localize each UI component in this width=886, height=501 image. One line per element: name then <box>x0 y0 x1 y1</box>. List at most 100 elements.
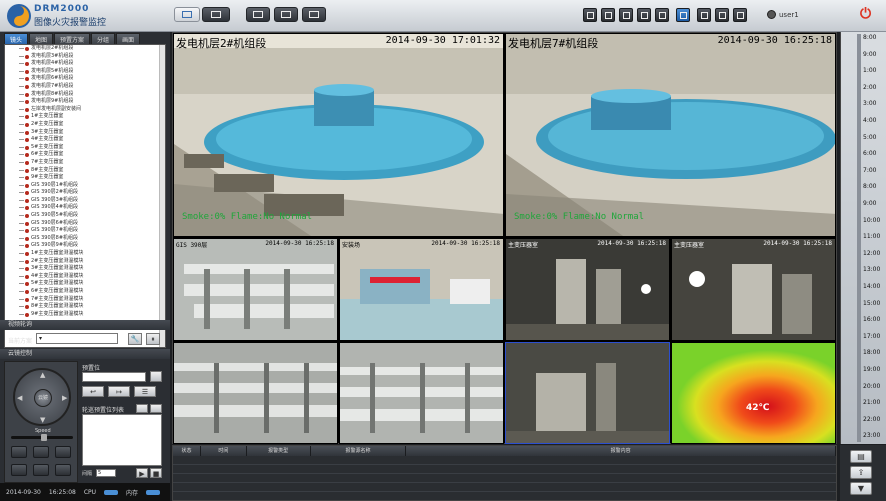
layout-13-button[interactable] <box>697 8 711 22</box>
zoom-out-button[interactable] <box>33 446 49 458</box>
video-cell-3[interactable]: GIS 390层 2014-09-30 16:25:18 <box>173 238 338 341</box>
iris-close-button[interactable] <box>33 464 49 476</box>
preset-list[interactable] <box>82 414 162 466</box>
tree-item[interactable]: 发电机层6#机组段 <box>5 75 165 83</box>
preset-save-button[interactable] <box>150 371 162 382</box>
tree-item[interactable]: 1#主变压器室 <box>5 113 165 121</box>
preset-add-button[interactable]: ↦ <box>108 386 130 397</box>
playback-button[interactable] <box>274 7 298 22</box>
arrow-up-icon[interactable]: ▲ <box>40 371 45 379</box>
iris-open-button[interactable] <box>11 464 27 476</box>
tree-item[interactable]: GIS 390层2#机组段 <box>5 189 165 197</box>
arrow-down-icon[interactable]: ▼ <box>40 416 45 424</box>
tree-item[interactable]: 6#主变压器室 <box>5 151 165 159</box>
layout-8-button[interactable] <box>637 8 651 22</box>
table-row[interactable] <box>173 465 836 474</box>
tree-item[interactable]: GIS 390层5#机组段 <box>5 212 165 220</box>
interval-input[interactable]: 5 <box>96 469 116 477</box>
video-cell-1[interactable]: 发电机层2#机组段 2014-09-30 17:01:32 Smoke:0% F… <box>173 33 504 237</box>
tree-item[interactable]: 6#主变压器室测温模块 <box>5 288 165 296</box>
video-cell-5[interactable]: 主变压器室 2014-09-30 16:25:18 <box>505 238 670 341</box>
export-icon[interactable]: ⇪ <box>850 466 872 479</box>
monitor-view-button[interactable] <box>174 7 200 22</box>
light-button[interactable] <box>55 464 71 476</box>
tree-item[interactable]: GIS 390层6#机组段 <box>5 220 165 228</box>
tree-item[interactable]: 发电机层8#机组段 <box>5 91 165 99</box>
ptz-joystick[interactable]: ▲ ▼ ◀ ▶ 云镜 <box>13 368 71 426</box>
tree-item[interactable]: 8#主变压器室 <box>5 167 165 175</box>
save-icon[interactable]: ▤ <box>850 450 872 463</box>
layout-1-button[interactable] <box>583 8 597 22</box>
tree-item[interactable]: 左岸发电机层副安装间 <box>5 106 165 114</box>
tour-play-button[interactable]: ▶ <box>136 468 148 478</box>
tree-item[interactable]: 发电机层3#机组段 <box>5 53 165 61</box>
tree-item[interactable]: 1#主变压器室测温模块 <box>5 250 165 258</box>
keyboard-view-button[interactable] <box>202 7 230 22</box>
camera-1-status: Smoke:0% Flame:No Normal <box>182 212 313 222</box>
layout-6-button[interactable] <box>619 8 633 22</box>
arrow-right-icon[interactable]: ▶ <box>62 394 67 402</box>
tree-item[interactable]: 8#主变压器室测温模块 <box>5 303 165 311</box>
video-cell-9[interactable] <box>505 342 670 444</box>
tree-item[interactable]: GIS 390层8#机组段 <box>5 235 165 243</box>
list-settings-button[interactable] <box>150 404 162 413</box>
slider-handle[interactable] <box>41 434 47 441</box>
tree-item[interactable]: 5#主变压器室 <box>5 144 165 152</box>
layout-25-button[interactable] <box>733 8 747 22</box>
record-button[interactable] <box>246 7 270 22</box>
tree-item[interactable]: 4#主变压器室 <box>5 136 165 144</box>
timeline[interactable]: 8:00 9:00 1:00 2:00 3:00 4:00 5:00 6:00 7:00 8:00… <box>840 32 886 444</box>
tree-item[interactable]: GIS 390层3#机组段 <box>5 197 165 205</box>
tour-stop-button[interactable]: ■ <box>150 468 162 478</box>
focus-button[interactable] <box>55 446 71 458</box>
layout-9-button[interactable] <box>655 8 669 22</box>
table-row[interactable] <box>173 474 836 483</box>
tree-item[interactable]: 3#主变压器室 <box>5 129 165 137</box>
tree-item[interactable]: 2#主变压器室测温模块 <box>5 258 165 266</box>
tree-item[interactable]: 9#主变压器室测温模块 <box>5 311 165 319</box>
pause-button[interactable]: ⏸ <box>146 333 160 345</box>
table-row[interactable] <box>173 456 836 465</box>
plan-select[interactable]: ▾ <box>36 333 118 344</box>
tree-item[interactable]: 发电机层9#机组段 <box>5 98 165 106</box>
tree-item[interactable]: GIS 390层9#机组段 <box>5 242 165 250</box>
video-cell-7[interactable] <box>173 342 338 444</box>
preset-select[interactable] <box>82 372 146 382</box>
user-indicator[interactable]: user1 <box>767 10 799 19</box>
settings-button[interactable] <box>302 7 326 22</box>
zoom-in-button[interactable] <box>11 446 27 458</box>
timeline-bar[interactable] <box>857 34 861 442</box>
list-add-button[interactable] <box>136 404 148 413</box>
video-cell-4[interactable]: 安装场 2014-09-30 16:25:18 <box>339 238 504 341</box>
video-cell-thermal[interactable]: 42℃ <box>671 342 836 444</box>
download-icon[interactable]: ▼ <box>850 482 872 495</box>
table-row[interactable] <box>173 483 836 492</box>
ptz-center[interactable]: 云镜 <box>34 389 52 407</box>
tree-item[interactable]: 9#主变压器室 <box>5 174 165 182</box>
power-icon[interactable]: ⏻ <box>860 7 874 21</box>
layout-16-button[interactable] <box>715 8 729 22</box>
arrow-left-icon[interactable]: ◀ <box>17 394 22 402</box>
tree-item[interactable]: 4#主变压器室测温模块 <box>5 273 165 281</box>
tree-item[interactable]: 3#主变压器室测温模块 <box>5 265 165 273</box>
video-cell-2[interactable]: 发电机层7#机组段 2014-09-30 16:25:18 Smoke:0% F… <box>505 33 836 237</box>
video-cell-6[interactable]: 主变压器室 2014-09-30 16:25:18 <box>671 238 836 341</box>
tree-item[interactable]: 2#主变压器室 <box>5 121 165 129</box>
video-cell-8[interactable] <box>339 342 504 444</box>
tree-item[interactable]: GIS 390层4#机组段 <box>5 204 165 212</box>
preset-call-button[interactable]: ↩ <box>82 386 104 397</box>
tree-item[interactable]: 发电机层5#机组段 <box>5 68 165 76</box>
tree-item[interactable]: GIS 390层7#机组段 <box>5 227 165 235</box>
tree-item[interactable]: 发电机层7#机组段 <box>5 83 165 91</box>
tree-item[interactable]: GIS 390层1#机组段 <box>5 182 165 190</box>
preset-delete-button[interactable]: ☰ <box>134 386 156 397</box>
layout-10-button[interactable] <box>676 8 690 22</box>
speed-slider[interactable] <box>11 434 73 441</box>
tree-item[interactable]: 发电机层2#机组段 <box>5 45 165 53</box>
tree-item[interactable]: 发电机层4#机组段 <box>5 60 165 68</box>
tree-item[interactable]: 7#主变压器室测温模块 <box>5 296 165 304</box>
tree-item[interactable]: 5#主变压器室测温模块 <box>5 280 165 288</box>
wrench-button[interactable]: 🔧 <box>128 333 142 345</box>
tree-item[interactable]: 7#主变压器室 <box>5 159 165 167</box>
layout-4-button[interactable] <box>601 8 615 22</box>
